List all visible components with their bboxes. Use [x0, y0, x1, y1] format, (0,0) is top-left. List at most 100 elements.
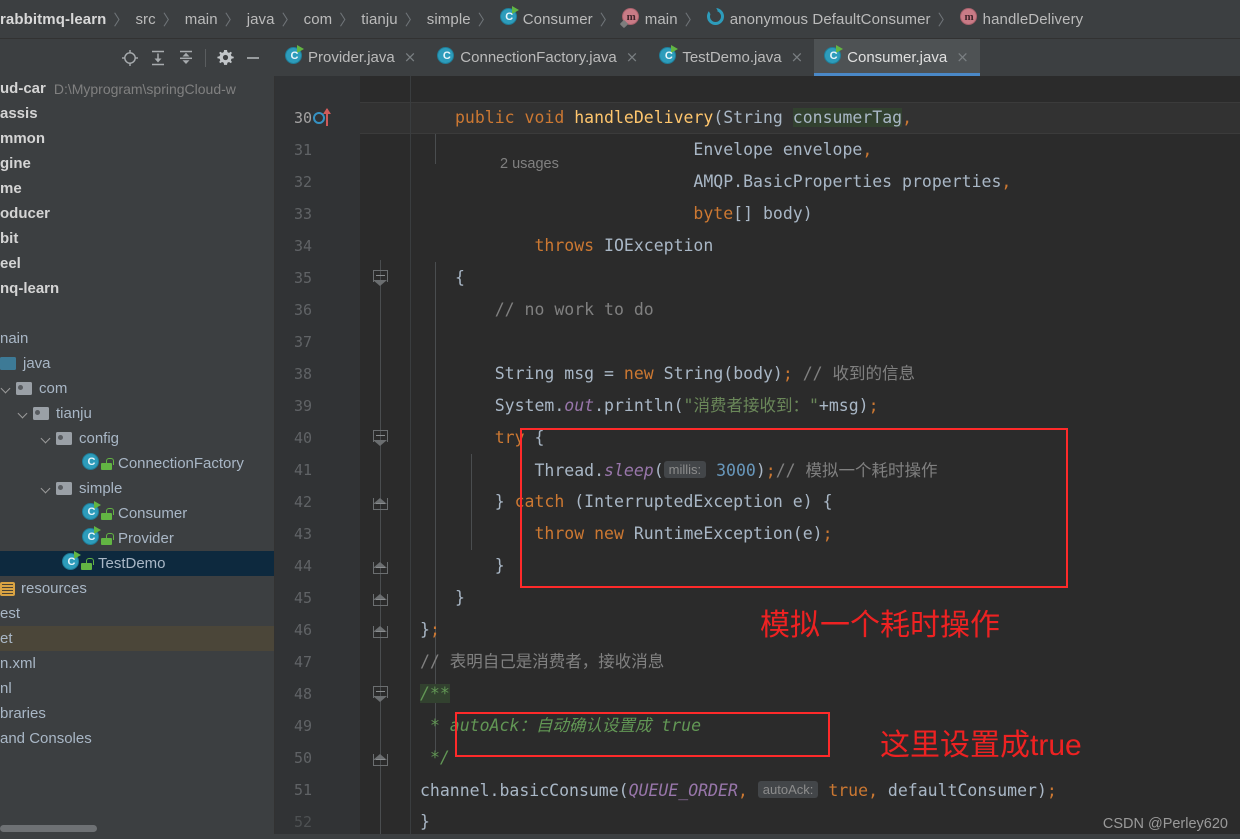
tree-item-scratches-and-consoles[interactable]: and Consoles [0, 726, 275, 751]
breadcrumb-label: tianju [361, 10, 398, 28]
tree-item-label: Provider [118, 530, 174, 547]
tree-item-testdemo[interactable]: TestDemo [0, 550, 275, 576]
code-line: throws IOException [534, 236, 714, 255]
tab-consumer-java[interactable]: Consumer.java × [814, 39, 980, 76]
tree-item-label: Consumer [118, 505, 188, 522]
tab-label: Consumer.java [847, 49, 948, 66]
breadcrumb-label: anonymous DefaultConsumer [729, 10, 931, 28]
close-icon[interactable]: × [626, 50, 639, 65]
tree-item-connectionfactory[interactable]: ConnectionFactory [0, 451, 275, 476]
lock-open-icon [101, 457, 114, 470]
breadcrumb-item-main[interactable]: main [185, 0, 218, 38]
breadcrumb-item-simple[interactable]: simple [427, 0, 471, 38]
code-line: // 表明自己是消费者，接收消息 [420, 652, 665, 671]
chevron-down-icon[interactable] [17, 407, 30, 420]
project-tree-panel[interactable]: ud-car D:\Myprogram\springCloud-w assis … [0, 76, 275, 839]
code-line: AMQP.BasicProperties properties, [693, 172, 1012, 191]
breadcrumb-separator-icon: 〉 [113, 10, 129, 29]
code-line: try { [494, 428, 545, 447]
tree-item-target[interactable]: et [0, 626, 275, 651]
breadcrumb-separator-icon: 〉 [937, 10, 953, 29]
tab-connectionfactory-java[interactable]: ConnectionFactory.java × [427, 39, 649, 76]
breadcrumb-label: main [644, 10, 678, 28]
tree-item-external-libraries[interactable]: braries [0, 701, 275, 726]
lock-open-icon [81, 557, 94, 570]
tree-item-producer[interactable]: oducer [0, 201, 275, 226]
chevron-down-icon[interactable] [40, 432, 53, 445]
code-line: { [455, 268, 465, 287]
breadcrumb-item-com[interactable]: com [304, 0, 333, 38]
tab-label: Provider.java [308, 49, 395, 66]
tree-item-consumer[interactable]: Consumer [0, 500, 275, 526]
tree-item-simple[interactable]: simple [0, 476, 275, 501]
breadcrumb-item-tianju[interactable]: tianju [361, 0, 398, 38]
code-line: // no work to do [494, 300, 654, 319]
tree-item-tianju[interactable]: tianju [0, 401, 275, 426]
class-icon [82, 452, 100, 475]
horizontal-scrollbar[interactable] [0, 825, 97, 832]
tree-item-provider[interactable]: Provider [0, 525, 275, 551]
breadcrumb-item-handledelivery[interactable]: handleDelivery [959, 0, 1084, 38]
tab-testdemo-java[interactable]: TestDemo.java × [649, 39, 814, 76]
class-icon [437, 46, 455, 69]
tree-item-cloud-car[interactable]: ud-car D:\Myprogram\springCloud-w [0, 76, 275, 101]
close-icon[interactable]: × [791, 50, 804, 65]
tab-label: TestDemo.java [682, 49, 782, 66]
tree-item-label: bit [0, 230, 19, 247]
tree-item-com[interactable]: com [0, 376, 275, 401]
code-content[interactable]: public void handleDelivery(String consum… [275, 76, 1240, 839]
tree-item-label: TestDemo [98, 555, 166, 572]
close-icon[interactable]: × [404, 50, 417, 65]
select-opened-file-icon[interactable] [116, 45, 144, 71]
breadcrumb-item-java[interactable]: java [247, 0, 275, 38]
tree-item-xml[interactable]: nl [0, 676, 275, 701]
breadcrumb-item-main-method[interactable]: main [619, 0, 678, 38]
code-line: }; [420, 620, 440, 639]
chevron-down-icon[interactable] [0, 382, 13, 395]
tree-item-label: eel [0, 255, 21, 272]
tree-item-label: ConnectionFactory [118, 455, 244, 472]
tree-item-rabbit[interactable]: bit [0, 226, 275, 251]
toolbar-divider [205, 48, 206, 67]
tree-item-config[interactable]: config [0, 426, 275, 451]
settings-gear-icon[interactable] [211, 45, 239, 71]
tree-item-pom-xml[interactable]: n.xml [0, 651, 275, 676]
breadcrumb-item-src[interactable]: src [135, 0, 155, 38]
ide-window: rabbitmq-learn 〉 src 〉 main 〉 java 〉 com… [0, 0, 1240, 839]
breadcrumb-separator-icon: 〉 [339, 10, 355, 29]
tree-item-label: and Consoles [0, 730, 92, 747]
tree-item-label: com [39, 380, 68, 397]
folder-icon [33, 407, 49, 420]
code-line: * autoAck：自动确认设置成 true [429, 716, 702, 735]
expand-all-icon[interactable] [144, 45, 172, 71]
collapse-all-icon[interactable] [172, 45, 200, 71]
project-toolbar [0, 39, 275, 76]
source-folder-icon [0, 357, 16, 370]
class-runnable-icon [499, 6, 519, 30]
tree-item-test[interactable]: est [0, 601, 275, 626]
tab-provider-java[interactable]: Provider.java × [275, 39, 427, 76]
editor-tabs: Provider.java × ConnectionFactory.java ×… [275, 39, 980, 76]
tree-item-main[interactable]: nain [0, 326, 275, 351]
tree-item-common[interactable]: mmon [0, 126, 275, 151]
breadcrumb-item-anonymous-class[interactable]: anonymous DefaultConsumer [706, 0, 931, 38]
tree-item-chassis[interactable]: assis [0, 101, 275, 126]
tree-item-java[interactable]: java [0, 351, 275, 376]
breadcrumb: rabbitmq-learn 〉 src 〉 main 〉 java 〉 com… [0, 0, 1240, 39]
breadcrumb-item-consumer[interactable]: Consumer [499, 0, 593, 38]
lock-open-icon [101, 532, 114, 545]
folder-icon [56, 432, 72, 445]
chevron-down-icon[interactable] [40, 482, 53, 495]
tree-item-home[interactable]: me [0, 176, 275, 201]
tree-item-rabbitmq-learn[interactable]: nq-learn [0, 276, 275, 301]
breadcrumb-item-project[interactable]: rabbitmq-learn [0, 0, 106, 38]
code-line: } [455, 556, 505, 575]
breadcrumb-separator-icon: 〉 [281, 10, 297, 29]
tree-item-wheel[interactable]: eel [0, 251, 275, 276]
code-line: channel.basicConsume(QUEUE_ORDER, autoAc… [420, 781, 1057, 800]
hide-panel-icon[interactable] [239, 45, 267, 71]
code-editor[interactable]: 30 31 32 33 34 35 36 37 38 39 40 41 42 4… [275, 76, 1240, 839]
close-icon[interactable]: × [956, 50, 969, 65]
tree-item-resources[interactable]: resources [0, 576, 275, 601]
tree-item-engine[interactable]: gine [0, 151, 275, 176]
